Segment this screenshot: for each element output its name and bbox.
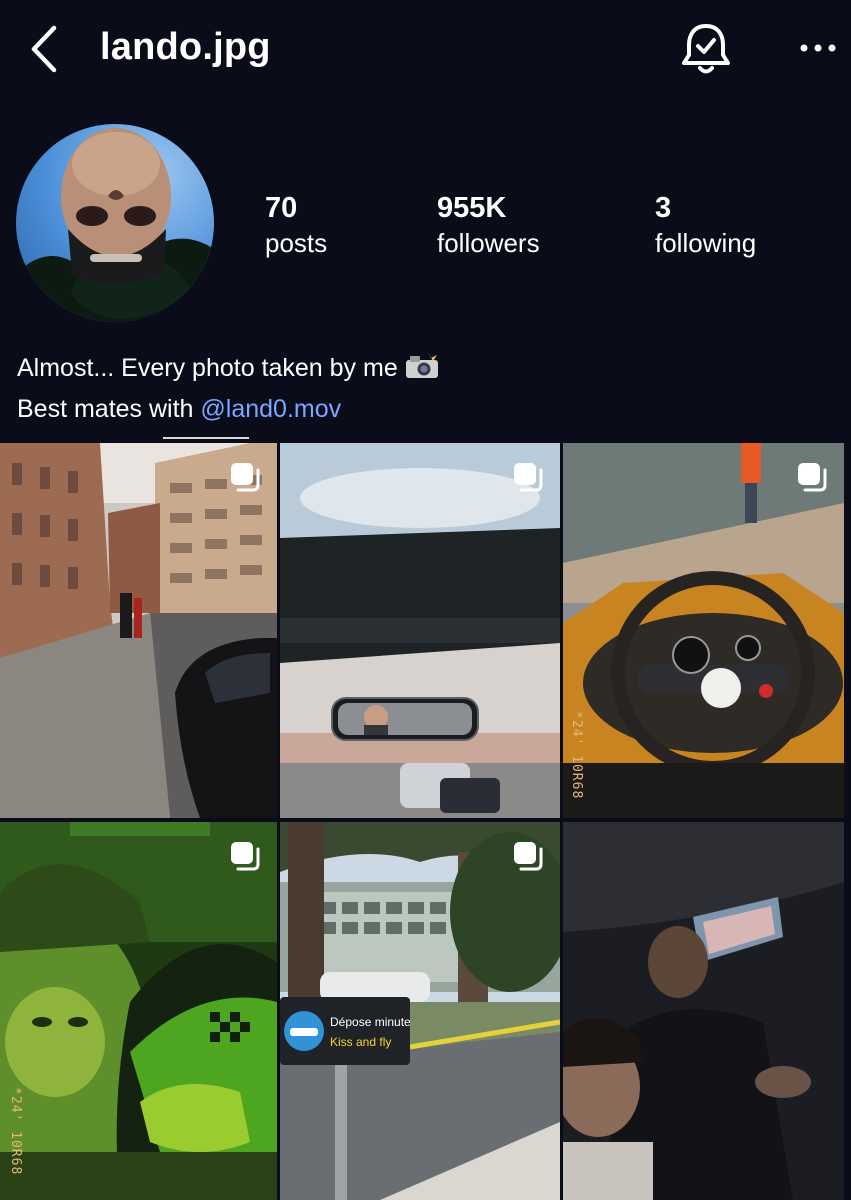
post-tile[interactable]: *24' 10R68	[563, 443, 844, 818]
bell-check-icon	[682, 24, 730, 74]
following-count-value: 3	[655, 192, 672, 224]
multiple-photos-icon	[514, 463, 543, 492]
back-button[interactable]	[22, 22, 68, 76]
date-stamp: *24' 10R68	[8, 1087, 23, 1176]
mention-link[interactable]: @land0.mov	[200, 395, 341, 423]
post-tile[interactable]	[0, 443, 277, 818]
camera-flash-icon	[404, 352, 440, 391]
date-stamp: *24' 10R68	[569, 711, 584, 800]
followers-count[interactable]: 955K followers	[437, 190, 540, 260]
profile-username: lando.jpg	[100, 26, 271, 68]
posts-count-value: 70	[265, 192, 298, 224]
top-bar: lando.jpg	[0, 0, 851, 100]
post-tile[interactable]	[280, 443, 560, 818]
posts-grid: *24' 10R68 *24' 10R68 Dépose minute Kiss…	[0, 443, 851, 1200]
more-options-button[interactable]	[790, 28, 846, 68]
post-photo	[563, 822, 844, 1200]
grid-tab-indicator	[163, 437, 249, 439]
more-horizontal-icon	[800, 44, 836, 52]
bio-mates-text: Best mates with	[17, 395, 201, 423]
multiple-photos-icon	[231, 463, 260, 492]
post-photo	[280, 443, 560, 818]
following-count[interactable]: 3 following	[655, 190, 756, 260]
profile-bio: Almost... Every photo taken by me Best m…	[17, 350, 440, 428]
post-tile[interactable]: Dépose minute Kiss and fly	[280, 822, 560, 1200]
post-photo	[280, 822, 560, 1200]
followers-count-value: 955K	[437, 192, 507, 224]
following-count-label: following	[655, 228, 757, 258]
notifications-button[interactable]	[676, 18, 736, 80]
chevron-left-icon	[31, 25, 57, 73]
post-photo	[0, 822, 277, 1200]
multiple-photos-icon	[231, 842, 260, 871]
multiple-photos-icon	[798, 463, 827, 492]
post-photo	[563, 443, 844, 818]
sign-subtitle: Kiss and fly	[330, 1035, 392, 1049]
bio-line-1: Almost... Every photo taken by me	[17, 350, 440, 391]
post-tile[interactable]	[563, 822, 844, 1200]
profile-avatar[interactable]	[16, 124, 214, 322]
avatar-photo	[16, 128, 214, 322]
multiple-photos-icon	[514, 842, 543, 871]
post-tile[interactable]: *24' 10R68	[0, 822, 277, 1200]
bio-line-2: Best mates with @land0.mov	[17, 391, 440, 428]
sign-title: Dépose minute	[330, 1015, 411, 1029]
followers-count-label: followers	[437, 228, 540, 258]
bio-text: Almost... Every photo taken by me	[17, 354, 398, 382]
posts-count-label: posts	[265, 228, 328, 258]
post-photo	[0, 443, 277, 818]
posts-count[interactable]: 70 posts	[265, 190, 327, 260]
